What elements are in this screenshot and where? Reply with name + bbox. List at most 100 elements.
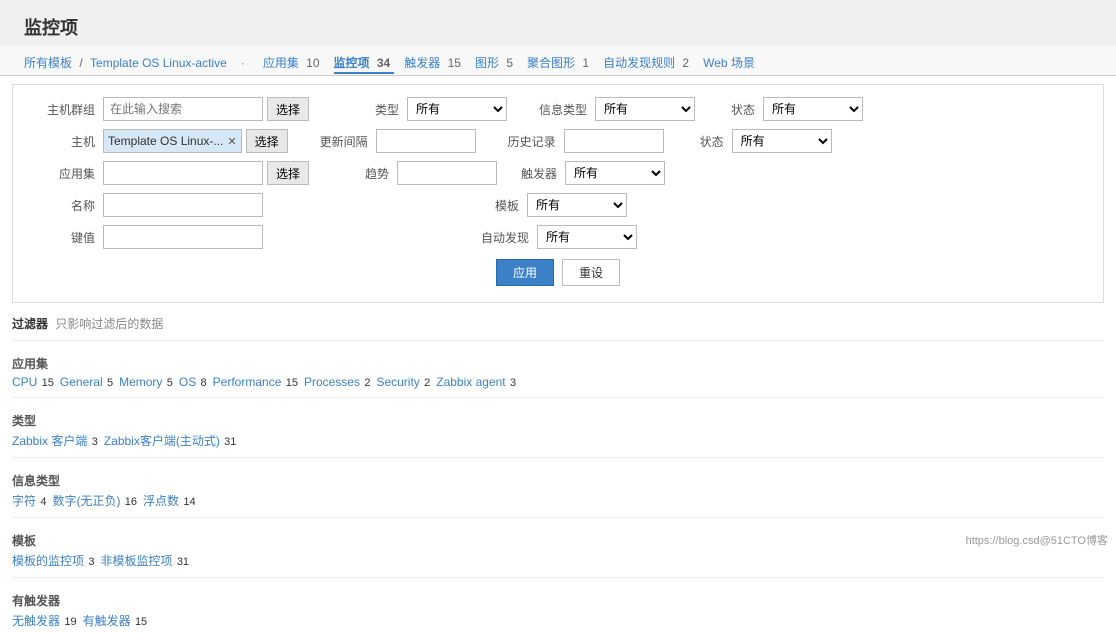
- type-filters-section: 类型 Zabbix 客户端 3 Zabbix客户端(主动式) 31: [0, 402, 1116, 453]
- infotype-select[interactable]: 所有 数字(无正负) 字符 浮点数: [595, 97, 695, 121]
- trigger-filters-heading: 有触发器: [12, 592, 1104, 609]
- filter-tag-nontemplate-items[interactable]: 非模板监控项 31: [100, 552, 189, 569]
- filter-tag-has-trigger[interactable]: 有触发器 15: [83, 612, 148, 629]
- filter-tag-no-trigger[interactable]: 无触发器 19: [12, 612, 77, 629]
- divider-5: [12, 577, 1104, 578]
- label-template: 模板: [479, 197, 519, 214]
- tab-web-link[interactable]: Web 场景: [703, 56, 755, 70]
- trigger-filters-section: 有触发器 无触发器 19 有触发器 15: [0, 582, 1116, 633]
- page-title: 监控项: [12, 6, 1104, 46]
- status-select[interactable]: 所有 启用 禁用: [763, 97, 863, 121]
- infotype-filters-heading: 信息类型: [12, 472, 1104, 489]
- type-filter-tags: Zabbix 客户端 3 Zabbix客户端(主动式) 31: [12, 432, 1104, 449]
- filter-tag-general[interactable]: General 5: [60, 375, 113, 389]
- filter-row-5: 键值 自动发现 所有 是 否: [25, 225, 1091, 249]
- trigger-select[interactable]: 所有 有触发器 无触发器: [565, 161, 665, 185]
- filter-tag-security[interactable]: Security 2: [376, 375, 430, 389]
- breadcrumb: 所有模板 / Template OS Linux-active · 应用集 10…: [12, 50, 1104, 75]
- divider-2: [12, 397, 1104, 398]
- interval-input[interactable]: [376, 129, 476, 153]
- page-header: 监控项: [0, 0, 1116, 46]
- host-tag-value: Template OS Linux-...: [108, 134, 223, 148]
- app-filters-heading: 应用集: [12, 355, 1104, 372]
- template-filter-tags: 模板的监控项 3 非模板监控项 31: [12, 552, 1104, 569]
- filter-col-key: 键值: [25, 225, 263, 249]
- hostgroup-select-btn[interactable]: 选择: [267, 97, 309, 121]
- label-host: 主机: [25, 133, 95, 150]
- filter-tag-unsigned[interactable]: 数字(无正负) 16: [52, 492, 137, 509]
- label-trend: 趋势: [329, 165, 389, 182]
- filter-tag-char[interactable]: 字符 4: [12, 492, 46, 509]
- filter-tag-performance[interactable]: Performance 15: [213, 375, 298, 389]
- watermark: https://blog.csd@51CTO博客: [966, 532, 1108, 548]
- tab-app-link[interactable]: 应用集 10: [263, 56, 324, 70]
- template-select[interactable]: 所有 模板的监控项 非模板监控项: [527, 193, 627, 217]
- breadcrumb-all-templates[interactable]: 所有模板: [24, 56, 72, 70]
- label-status: 状态: [715, 101, 755, 118]
- filter-row-4: 名称 模板 所有 模板的监控项 非模板监控项: [25, 193, 1091, 217]
- filter-tag-processes[interactable]: Processes 2: [304, 375, 370, 389]
- filter-col-infotype: 信息类型 所有 数字(无正负) 字符 浮点数: [527, 97, 695, 121]
- filter-buttons: 应用 重设: [25, 259, 1091, 286]
- filter-summary-label: 过滤器: [12, 317, 48, 331]
- label-interval: 更新间隔: [308, 133, 368, 150]
- label-hostgroup: 主机群组: [25, 101, 95, 118]
- filter-col-type: 类型 所有 Zabbix客户端 Zabbix客户端(主动式): [329, 97, 507, 121]
- template-filters-section: 模板 模板的监控项 3 非模板监控项 31: [0, 522, 1116, 573]
- filter-summary-hint: 只影响过滤后的数据: [55, 317, 163, 331]
- divider-3: [12, 457, 1104, 458]
- filter-col-template: 模板 所有 模板的监控项 非模板监控项: [479, 193, 627, 217]
- app-select-btn[interactable]: 选择: [267, 161, 309, 185]
- filter-tag-zabbixagent[interactable]: Zabbix agent 3: [436, 375, 516, 389]
- filter-col-host: 主机 Template OS Linux-... ✕ 选择: [25, 129, 288, 153]
- label-status2: 状态: [684, 133, 724, 150]
- status2-select[interactable]: 所有 正常 异常: [732, 129, 832, 153]
- filter-tag-zabbix-client[interactable]: Zabbix 客户端 3: [12, 432, 98, 449]
- filter-tag-template-items[interactable]: 模板的监控项 3: [12, 552, 94, 569]
- filter-row-1: 主机群组 选择 类型 所有 Zabbix客户端 Zabbix客户端(主动式) 信…: [25, 97, 1091, 121]
- breadcrumb-template[interactable]: Template OS Linux-active: [90, 56, 227, 70]
- tab-trigger-link[interactable]: 触发器 15: [404, 56, 465, 70]
- key-input[interactable]: [103, 225, 263, 249]
- filter-col-trigger: 触发器 所有 有触发器 无触发器: [517, 161, 665, 185]
- history-input[interactable]: [564, 129, 664, 153]
- filter-col-app: 应用集 选择: [25, 161, 309, 185]
- host-tag-remove[interactable]: ✕: [227, 135, 236, 148]
- filter-tag-os[interactable]: OS 8: [179, 375, 207, 389]
- filter-tag-memory[interactable]: Memory 5: [119, 375, 173, 389]
- name-input[interactable]: [103, 193, 263, 217]
- tab-graph-link[interactable]: 图形 5: [475, 56, 517, 70]
- type-select[interactable]: 所有 Zabbix客户端 Zabbix客户端(主动式): [407, 97, 507, 121]
- host-select-btn[interactable]: 选择: [246, 129, 288, 153]
- reset-btn[interactable]: 重设: [562, 259, 620, 286]
- filter-row-3: 应用集 选择 趋势 触发器 所有 有触发器 无触发器: [25, 161, 1091, 185]
- tab-monitor-link[interactable]: 监控项 34: [334, 56, 395, 74]
- label-app: 应用集: [25, 165, 95, 182]
- filter-section: 主机群组 选择 类型 所有 Zabbix客户端 Zabbix客户端(主动式) 信…: [12, 84, 1104, 303]
- filter-tag-cpu[interactable]: CPU 15: [12, 375, 54, 389]
- template-filters-heading: 模板: [12, 532, 1104, 549]
- tab-agg-link[interactable]: 聚合图形 1: [527, 56, 593, 70]
- filter-col-status: 状态 所有 启用 禁用: [715, 97, 863, 121]
- label-name: 名称: [25, 197, 95, 214]
- trend-input[interactable]: [397, 161, 497, 185]
- infotype-filter-tags: 字符 4 数字(无正负) 16 浮点数 14: [12, 492, 1104, 509]
- label-autodiscovery: 自动发现: [479, 229, 529, 246]
- type-filters-heading: 类型: [12, 412, 1104, 429]
- host-tag: Template OS Linux-... ✕: [103, 129, 242, 153]
- label-type: 类型: [329, 101, 399, 118]
- tab-discovery-link[interactable]: 自动发现规则 2: [603, 56, 693, 70]
- filter-tag-float[interactable]: 浮点数 14: [143, 492, 196, 509]
- autodiscovery-select[interactable]: 所有 是 否: [537, 225, 637, 249]
- filter-col-status2: 状态 所有 正常 异常: [684, 129, 832, 153]
- app-input[interactable]: [103, 161, 263, 185]
- filter-tag-zabbix-client-active[interactable]: Zabbix客户端(主动式) 31: [104, 432, 237, 449]
- hostgroup-input[interactable]: [103, 97, 263, 121]
- apply-btn[interactable]: 应用: [496, 259, 554, 286]
- filter-col-name: 名称: [25, 193, 263, 217]
- filter-col-hostgroup: 主机群组 选择: [25, 97, 309, 121]
- filter-col-autodiscovery: 自动发现 所有 是 否: [479, 225, 637, 249]
- trigger-filter-tags: 无触发器 19 有触发器 15: [12, 612, 1104, 629]
- filter-col-interval: 更新间隔: [308, 129, 476, 153]
- label-infotype: 信息类型: [527, 101, 587, 118]
